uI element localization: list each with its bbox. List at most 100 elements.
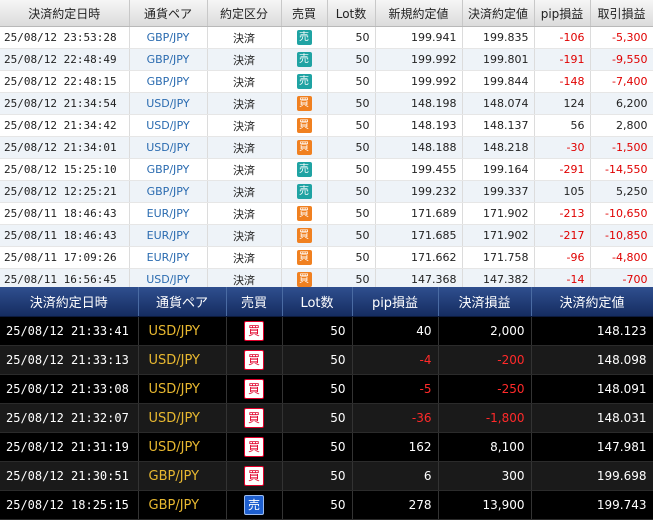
sell-badge: 売: [296, 52, 312, 67]
col-header-kind[interactable]: 約定区分: [207, 0, 282, 27]
cell-pair: USD/JPY: [138, 316, 227, 346]
col-header-close-price[interactable]: 決済約定値: [462, 0, 535, 27]
cell-datetime: 25/08/11 17:09:26: [0, 246, 130, 269]
table-row[interactable]: 25/08/12 21:33:13 USD/JPY 買 50 -4 -200 148.098: [0, 345, 653, 375]
table-row[interactable]: 25/08/12 23:53:28 GBP/JPY 決済売 50 199.941 199.…: [0, 26, 653, 49]
cell-side: 売: [281, 48, 328, 71]
cell-lot: 50: [327, 114, 376, 137]
col-header-pnl[interactable]: 取引損益: [590, 0, 653, 27]
cell-kind: 決済: [207, 224, 282, 247]
col-header-datetime[interactable]: 決済約定日時: [0, 0, 130, 27]
cell-side: 買: [281, 114, 328, 137]
cell-pair: GBP/JPY: [129, 158, 208, 181]
cell-datetime: 25/08/12 21:33:13: [0, 345, 139, 375]
table-row[interactable]: 25/08/12 21:31:19 USD/JPY 買 50 162 8,100 147.9…: [0, 432, 653, 462]
cell-side: 売: [226, 490, 283, 520]
col-header-lot[interactable]: Lot数: [282, 287, 353, 317]
cell-close-price: 199.337: [462, 180, 535, 203]
table-row[interactable]: 25/08/12 21:30:51 GBP/JPY 買 50 6 300 199.698: [0, 461, 653, 491]
settled-trades-table: 決済約定日時 通貨ペア 約定区分 売買 Lot数 新規約定値 決済約定値 pip…: [0, 0, 653, 291]
col-header-pip[interactable]: pip損益: [534, 0, 591, 27]
cell-pip: -213: [534, 202, 591, 225]
cell-pnl: -1,800: [438, 403, 532, 433]
cell-pip: -291: [534, 158, 591, 181]
cell-lot: 50: [327, 136, 376, 159]
cell-datetime: 25/08/12 21:30:51: [0, 461, 139, 491]
cell-datetime: 25/08/12 21:33:08: [0, 374, 139, 404]
table-row[interactable]: 25/08/12 22:48:15 GBP/JPY 決済売 50 199.992 199.…: [0, 70, 653, 93]
col-header-open-price[interactable]: 新規約定値: [375, 0, 463, 27]
table-row[interactable]: 25/08/11 18:46:43 EUR/JPY 決済買 50 171.685 171.…: [0, 224, 653, 247]
cell-side: 売: [281, 180, 328, 203]
col-header-datetime[interactable]: 決済約定日時: [0, 287, 139, 317]
cell-kind: 決済: [207, 202, 282, 225]
cell-close-price: 199.698: [531, 461, 653, 491]
table-row[interactable]: 25/08/12 21:33:41 USD/JPY 買 50 40 2,000 148.12…: [0, 316, 653, 346]
cell-lot: 50: [327, 70, 376, 93]
cell-pair: EUR/JPY: [129, 224, 208, 247]
table-row[interactable]: 25/08/11 18:46:43 EUR/JPY 決済買 50 171.689 171.…: [0, 202, 653, 225]
cell-pair: EUR/JPY: [129, 202, 208, 225]
cell-lot: 50: [282, 461, 353, 491]
sell-badge: 売: [244, 495, 264, 515]
cell-open-price: 199.992: [375, 70, 463, 93]
col-header-side[interactable]: 売買: [226, 287, 283, 317]
cell-open-price: 171.689: [375, 202, 463, 225]
cell-pip: -4: [352, 345, 439, 375]
col-header-pair[interactable]: 通貨ペア: [129, 0, 208, 27]
cell-pair: USD/JPY: [138, 374, 227, 404]
cell-pnl: -10,850: [590, 224, 653, 247]
cell-kind: 決済: [207, 180, 282, 203]
buy-badge: 買: [296, 206, 312, 221]
cell-close-price: 199.844: [462, 70, 535, 93]
table-row[interactable]: 25/08/12 15:25:10 GBP/JPY 決済売 50 199.455 199.…: [0, 158, 653, 181]
cell-open-price: 148.198: [375, 92, 463, 115]
cell-pair: USD/JPY: [129, 114, 208, 137]
col-header-pip[interactable]: pip損益: [352, 287, 439, 317]
cell-datetime: 25/08/12 21:31:19: [0, 432, 139, 462]
cell-kind: 決済: [207, 246, 282, 269]
buy-badge: 買: [296, 96, 312, 111]
cell-pair: USD/JPY: [129, 136, 208, 159]
cell-close-price: 171.758: [462, 246, 535, 269]
table-row[interactable]: 25/08/11 17:09:26 EUR/JPY 決済買 50 171.662 171.…: [0, 246, 653, 269]
cell-pnl: 300: [438, 461, 532, 491]
cell-pip: -148: [534, 70, 591, 93]
table-row[interactable]: 25/08/12 22:48:49 GBP/JPY 決済売 50 199.992 199.…: [0, 48, 653, 71]
cell-pair: EUR/JPY: [129, 246, 208, 269]
table-row[interactable]: 25/08/12 21:34:42 USD/JPY 決済買 50 148.193 148.…: [0, 114, 653, 137]
table-row[interactable]: 25/08/12 21:33:08 USD/JPY 買 50 -5 -250 148.091: [0, 374, 653, 404]
cell-kind: 決済: [207, 114, 282, 137]
col-header-close-price[interactable]: 決済約定値: [531, 287, 653, 317]
cell-lot: 50: [327, 180, 376, 203]
sell-badge: 売: [296, 184, 312, 199]
cell-datetime: 25/08/12 15:25:10: [0, 158, 130, 181]
cell-side: 買: [226, 461, 283, 491]
table-row[interactable]: 25/08/12 21:32:07 USD/JPY 買 50 -36 -1,800 148.…: [0, 403, 653, 433]
cell-datetime: 25/08/12 18:25:15: [0, 490, 139, 520]
buy-badge: 買: [244, 437, 264, 457]
cell-lot: 50: [282, 403, 353, 433]
table-row[interactable]: 25/08/12 12:25:21 GBP/JPY 決済売 50 199.232 199.…: [0, 180, 653, 203]
sell-badge: 売: [296, 74, 312, 89]
table-row[interactable]: 25/08/12 18:25:15 GBP/JPY 売 50 278 13,900 199.…: [0, 490, 653, 520]
cell-pnl: -250: [438, 374, 532, 404]
cell-close-price: 148.137: [462, 114, 535, 137]
cell-pnl: 13,900: [438, 490, 532, 520]
buy-badge: 買: [296, 118, 312, 133]
buy-badge: 買: [244, 466, 264, 486]
cell-lot: 50: [282, 374, 353, 404]
cell-close-price: 199.835: [462, 26, 535, 49]
cell-lot: 50: [282, 432, 353, 462]
col-header-lot[interactable]: Lot数: [327, 0, 376, 27]
buy-badge: 買: [244, 321, 264, 341]
col-header-pair[interactable]: 通貨ペア: [138, 287, 227, 317]
table-row[interactable]: 25/08/12 21:34:54 USD/JPY 決済買 50 148.198 148.…: [0, 92, 653, 115]
table-row[interactable]: 25/08/12 21:34:01 USD/JPY 決済買 50 148.188 148.…: [0, 136, 653, 159]
cell-pnl: -7,400: [590, 70, 653, 93]
col-header-side[interactable]: 売買: [281, 0, 328, 27]
cell-open-price: 199.455: [375, 158, 463, 181]
col-header-pnl[interactable]: 決済損益: [438, 287, 532, 317]
cell-lot: 50: [282, 345, 353, 375]
cell-side: 売: [281, 70, 328, 93]
